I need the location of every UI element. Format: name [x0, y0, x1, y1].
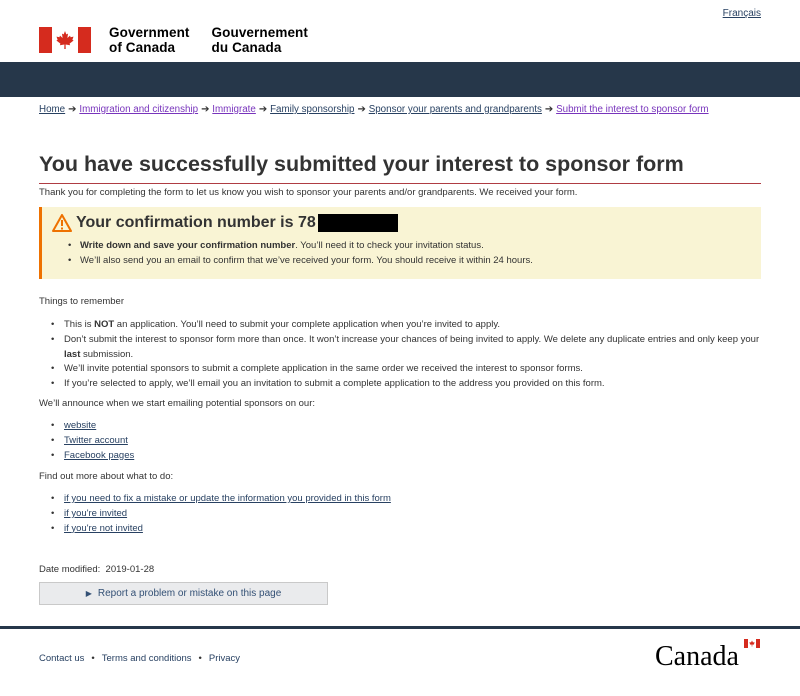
gov-name-fr: Gouvernement du Canada [211, 25, 309, 55]
breadcrumb-arrow-icon: ➔ [201, 104, 210, 115]
intro-text: Thank you for completing the form to let… [39, 187, 578, 198]
footer-rule [0, 626, 800, 629]
things-list: This is NOT an application. You’ll need … [39, 318, 769, 392]
language-toggle-link[interactable]: Français [723, 8, 761, 19]
alert-heading: Your confirmation number is 78 [52, 214, 751, 232]
maple-leaf-icon [56, 31, 74, 49]
if-not-invited-link[interactable]: if you're not invited [64, 523, 143, 534]
list-item: if you need to fix a mistake or update t… [39, 492, 391, 507]
triangle-right-icon: ▶ [85, 589, 92, 598]
contact-us-link[interactable]: Contact us [39, 653, 84, 664]
privacy-link[interactable]: Privacy [209, 653, 240, 664]
redacted-number [317, 214, 398, 232]
breadcrumb-home[interactable]: Home [39, 104, 65, 115]
breadcrumb-sponsor-parents[interactable]: Sponsor your parents and grandparents [369, 104, 542, 115]
fix-mistake-link[interactable]: if you need to fix a mistake or update t… [64, 493, 391, 504]
breadcrumb-immigrate[interactable]: Immigrate [212, 104, 256, 115]
canada-flag-icon [39, 27, 91, 53]
announce-heading: We’ll announce when we start emailing po… [39, 398, 316, 409]
breadcrumb-submit-form[interactable]: Submit the interest to sponsor form [556, 104, 708, 115]
list-item: This is NOT an application. You’ll need … [39, 318, 769, 333]
canada-wordmark-text: Canada [655, 641, 740, 668]
announce-list: website Twitter account Facebook pages [39, 419, 134, 463]
list-item: We’ll invite potential sponsors to submi… [39, 362, 769, 377]
date-modified-value: 2019-01-28 [105, 564, 155, 575]
breadcrumb-arrow-icon: ➔ [544, 104, 554, 115]
breadcrumb-family-sponsorship[interactable]: Family sponsorship [270, 104, 354, 115]
list-item: Twitter account [39, 434, 134, 449]
list-item: Don’t submit the interest to sponsor for… [39, 333, 769, 363]
date-modified: Date modified: 2019-01-28 [39, 564, 155, 575]
terms-link[interactable]: Terms and conditions [102, 653, 192, 664]
confirmation-number-text: Your confirmation number is 78 [76, 214, 316, 231]
facebook-link[interactable]: Facebook pages [64, 450, 134, 461]
header-band [0, 62, 800, 97]
twitter-link[interactable]: Twitter account [64, 435, 128, 446]
list-item: if you're invited [39, 507, 391, 522]
breadcrumb: Home ➔ Immigration and citizenship ➔ Immigra… [39, 104, 709, 115]
warning-icon [52, 214, 72, 232]
page-title: You have successfully submitted your int… [39, 152, 761, 184]
breadcrumb-arrow-icon: ➔ [258, 104, 268, 115]
alert-item: Write down and save your confirmation nu… [68, 238, 751, 253]
footer-links: Contact us • Terms and conditions • Priv… [39, 653, 241, 664]
list-item: website [39, 419, 134, 434]
gov-name-en: Government of Canada [109, 25, 190, 55]
list-item: if you're not invited [39, 522, 391, 537]
breadcrumb-arrow-icon: ➔ [357, 104, 366, 115]
findout-list: if you need to fix a mistake or update t… [39, 492, 391, 536]
government-signature[interactable]: Government of Canada Gouvernement du Can… [39, 25, 308, 55]
findout-heading: Find out more about what to do: [39, 471, 174, 482]
if-invited-link[interactable]: if you're invited [64, 508, 127, 519]
breadcrumb-immigration[interactable]: Immigration and citizenship [79, 104, 198, 115]
wordmark-flag-icon [744, 639, 760, 648]
breadcrumb-arrow-icon: ➔ [68, 104, 77, 115]
things-heading: Things to remember [39, 296, 125, 307]
website-link[interactable]: website [64, 420, 96, 431]
list-item: If you’re selected to apply, we’ll email… [39, 377, 769, 392]
confirmation-alert: Your confirmation number is 78 Write dow… [39, 207, 761, 279]
canada-wordmark: Canada [655, 639, 760, 668]
list-item: Facebook pages [39, 449, 134, 464]
report-problem-button[interactable]: ▶ Report a problem or mistake on this pag… [39, 582, 328, 605]
alert-item: We’ll also send you an email to confirm … [68, 253, 751, 268]
